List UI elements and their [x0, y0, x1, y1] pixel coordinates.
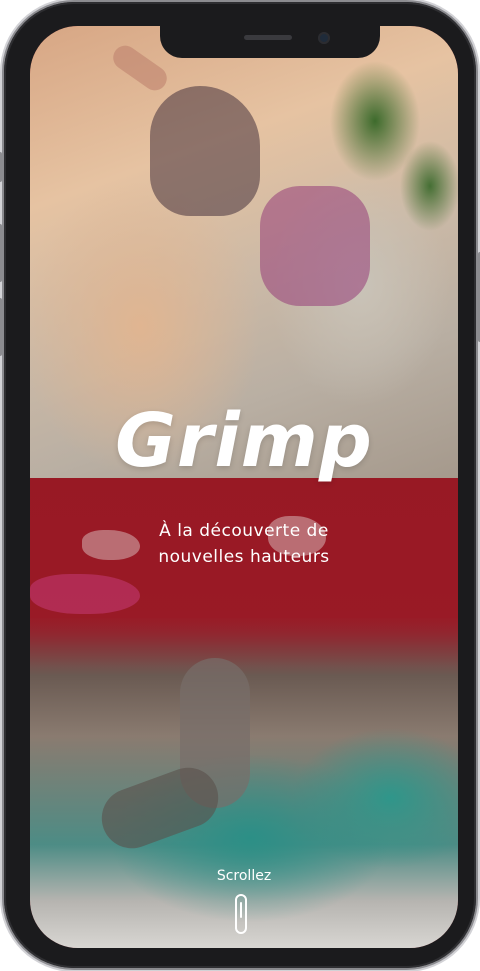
tagline-line-2: nouvelles hauteurs: [158, 547, 330, 567]
climber-arm: [108, 40, 172, 96]
tagline-line-1: À la découverte de: [159, 521, 329, 541]
climber-figure: [150, 86, 260, 216]
scroll-wheel-icon: [240, 902, 242, 918]
boulderer-legs: [93, 759, 227, 857]
mouse-scroll-icon[interactable]: [235, 894, 247, 934]
tagline: À la découverte de nouvelles hauteurs: [30, 518, 458, 570]
screen: Grimp À la découverte de nouvelles haute…: [30, 26, 458, 948]
volume-up-button: [0, 224, 2, 282]
mute-switch: [0, 152, 2, 182]
climber-legs: [260, 186, 370, 306]
app-title: Grimp: [115, 398, 373, 484]
speaker-grille: [244, 35, 292, 40]
phone-notch: [160, 26, 380, 58]
front-camera: [318, 32, 330, 44]
volume-down-button: [0, 298, 2, 356]
phone-frame: Grimp À la découverte de nouvelles haute…: [0, 2, 480, 968]
scroll-label[interactable]: Scrollez: [30, 868, 458, 884]
